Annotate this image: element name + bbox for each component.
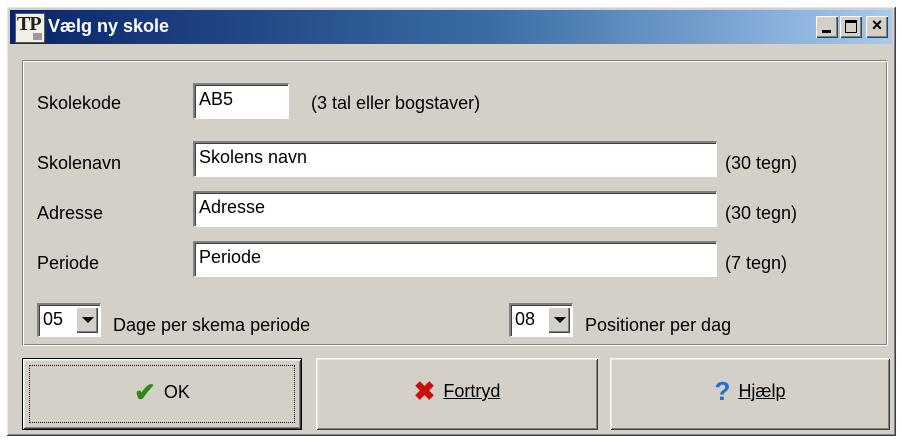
close-button[interactable]: × xyxy=(866,15,888,38)
ok-label: OK xyxy=(163,381,190,402)
periode-input[interactable]: Periode xyxy=(193,241,717,277)
skolenavn-input[interactable]: Skolens navn xyxy=(193,141,717,177)
positioner-value: 08 xyxy=(515,309,536,329)
periode-hint: (7 tegn) xyxy=(725,253,788,273)
positioner-label: Positioner per dag xyxy=(585,315,732,335)
skolenavn-label: Skolenavn xyxy=(37,153,122,173)
dage-select[interactable]: 05 xyxy=(37,303,101,337)
adresse-input[interactable]: Adresse xyxy=(193,191,717,227)
maximize-button[interactable] xyxy=(840,16,862,38)
cross-icon: ✖ xyxy=(413,376,436,407)
form-panel: Skolekode AB5 (3 tal eller bogstaver) Sk… xyxy=(22,60,888,346)
positioner-dropdown-arrow[interactable] xyxy=(548,307,570,333)
dialog-window: TP Vælg ny skole × Skolekode AB5 (3 tal … xyxy=(6,6,896,436)
skolekode-label: Skolekode xyxy=(37,93,122,113)
dage-dropdown-arrow[interactable] xyxy=(76,307,98,333)
periode-label: Periode xyxy=(37,253,100,273)
question-icon: ? xyxy=(714,376,731,407)
positioner-select[interactable]: 08 xyxy=(509,303,573,337)
title-bar[interactable]: TP Vælg ny skole × xyxy=(10,10,892,44)
app-icon-mini xyxy=(33,33,42,40)
skolenavn-hint: (30 tegn) xyxy=(725,153,798,173)
close-icon: × xyxy=(871,15,883,35)
adresse-hint: (30 tegn) xyxy=(725,203,798,223)
ok-button[interactable]: ✔ OK xyxy=(22,358,302,430)
help-button[interactable]: ? Hjælp xyxy=(610,358,890,430)
cancel-button[interactable]: ✖ Fortryd xyxy=(316,358,598,430)
dage-value: 05 xyxy=(43,309,64,329)
app-icon[interactable]: TP xyxy=(15,13,45,43)
window-title: Vælg ny skole xyxy=(48,16,170,36)
minimize-button[interactable] xyxy=(816,16,838,38)
skolekode-hint: (3 tal eller bogstaver) xyxy=(311,93,481,113)
help-label: Hjælp xyxy=(738,380,786,401)
skolekode-input[interactable]: AB5 xyxy=(193,83,289,119)
checkmark-icon: ✔ xyxy=(134,377,156,408)
adresse-label: Adresse xyxy=(37,203,104,223)
dage-label: Dage per skema periode xyxy=(113,315,311,335)
cancel-label: Fortryd xyxy=(443,380,501,401)
